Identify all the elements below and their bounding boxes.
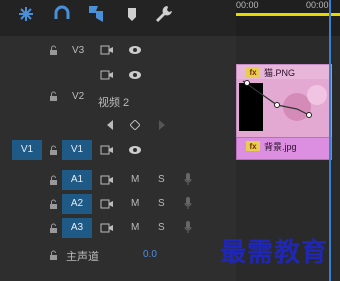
clip-name: 猫.PNG: [264, 68, 296, 78]
track-target-a2[interactable]: A2: [62, 194, 92, 214]
snap-icon[interactable]: [16, 4, 36, 24]
lock-icon[interactable]: [49, 223, 58, 233]
track-v2: V2 视频 2: [0, 86, 236, 136]
track-row-extra: [0, 64, 236, 86]
solo-button[interactable]: S: [158, 198, 165, 209]
sync-lock-icon[interactable]: [100, 175, 114, 185]
track-a3: A3 M S: [0, 216, 236, 240]
solo-button[interactable]: S: [158, 174, 165, 185]
fx-badge: fx: [246, 141, 260, 151]
track-a1: A1 M S: [0, 168, 236, 192]
mute-button[interactable]: M: [131, 198, 139, 209]
master-label: 主声道: [66, 251, 99, 263]
eye-icon[interactable]: [128, 145, 142, 155]
track-target-a1[interactable]: A1: [62, 170, 92, 190]
add-keyframe-icon[interactable]: [130, 120, 140, 130]
clip-name: 背景.jpg: [264, 142, 297, 152]
watermark-text: 最需教育: [220, 238, 329, 268]
next-keyframe-icon[interactable]: [158, 120, 166, 130]
ruler-tick-label: 00:00: [236, 0, 259, 10]
track-target-a3[interactable]: A3: [62, 218, 92, 238]
lock-icon[interactable]: [49, 175, 58, 185]
track-name: 视频 2: [98, 97, 130, 109]
sync-lock-icon[interactable]: [100, 70, 114, 80]
wrench-icon[interactable]: [154, 4, 174, 24]
eye-icon[interactable]: [128, 45, 142, 55]
track-v1: V1 V1: [0, 138, 236, 162]
sync-lock-icon[interactable]: [100, 199, 114, 209]
track-label: V3: [72, 45, 85, 56]
work-area-bar[interactable]: [236, 13, 340, 16]
lock-icon[interactable]: [49, 145, 58, 155]
eye-icon[interactable]: [128, 70, 142, 80]
solo-button[interactable]: S: [158, 222, 165, 233]
sync-lock-icon[interactable]: [100, 45, 114, 55]
track-label: V2: [72, 91, 85, 102]
sync-lock-icon[interactable]: [100, 223, 114, 233]
track-a2: A2 M S: [0, 192, 236, 216]
timeline-toolbar: [0, 0, 236, 36]
time-ruler[interactable]: 00:00 00:00: [236, 0, 340, 36]
sync-lock-icon[interactable]: [100, 145, 114, 155]
microphone-icon[interactable]: [184, 221, 192, 234]
microphone-icon[interactable]: [184, 197, 192, 210]
prev-keyframe-icon[interactable]: [106, 120, 114, 130]
track-target-v1[interactable]: V1: [62, 140, 92, 160]
marker-flag-icon[interactable]: [86, 4, 106, 24]
master-volume-value[interactable]: 0.0: [143, 249, 157, 260]
track-master: 主声道 0.0: [0, 244, 236, 266]
ruler-tick-label: 00:00: [306, 0, 329, 10]
mute-button[interactable]: M: [131, 222, 139, 233]
mute-button[interactable]: M: [131, 174, 139, 185]
link-icon[interactable]: [52, 4, 72, 24]
microphone-icon[interactable]: [184, 173, 192, 186]
fx-badge: fx: [246, 67, 260, 77]
track-v3: V3: [0, 38, 236, 62]
lock-icon[interactable]: [49, 199, 58, 209]
lock-icon[interactable]: [49, 91, 58, 101]
add-marker-icon[interactable]: [122, 4, 142, 24]
lock-icon[interactable]: [49, 45, 58, 55]
lock-icon[interactable]: [49, 250, 58, 260]
source-patch-v1[interactable]: V1: [12, 140, 42, 160]
playhead[interactable]: [329, 0, 331, 281]
